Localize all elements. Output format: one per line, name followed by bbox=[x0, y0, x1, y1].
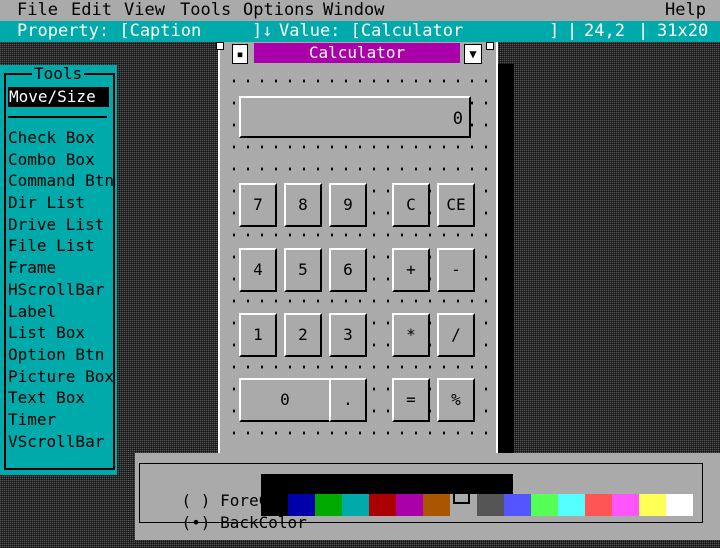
color-swatch[interactable] bbox=[531, 494, 558, 516]
button-7[interactable]: 7 bbox=[239, 183, 277, 227]
color-swatch[interactable] bbox=[423, 494, 450, 516]
form-title-bar[interactable]: ▪ Calculator ▼ bbox=[220, 42, 496, 64]
calculator-display[interactable]: 0 bbox=[239, 96, 471, 138]
color-swatch[interactable] bbox=[288, 494, 315, 516]
menu-options[interactable]: Options bbox=[243, 2, 315, 19]
color-swatch[interactable] bbox=[504, 494, 531, 516]
button-3[interactable]: 3 bbox=[329, 313, 367, 357]
property-selector[interactable]: Property: [Caption bbox=[17, 23, 201, 40]
value-field-end: ] bbox=[549, 21, 560, 41]
toolbox-divider bbox=[8, 116, 107, 118]
button-9[interactable]: 9 bbox=[329, 183, 367, 227]
tool-picture-box[interactable]: Picture Box bbox=[8, 368, 114, 391]
menu-view[interactable]: View bbox=[124, 2, 165, 19]
menu-file[interactable]: File bbox=[17, 2, 58, 19]
value-field[interactable]: Value: [Calculator bbox=[279, 23, 463, 40]
size-readout: 31x20 bbox=[657, 21, 709, 41]
tool-command-btn[interactable]: Command Btn bbox=[8, 173, 114, 195]
color-swatch[interactable] bbox=[450, 484, 477, 516]
button-4[interactable]: 4 bbox=[239, 248, 277, 292]
tool-check-box[interactable]: Check Box bbox=[8, 130, 114, 152]
tool-timer[interactable]: Timer bbox=[8, 412, 114, 434]
color-swatch[interactable] bbox=[477, 494, 504, 516]
tool-file-list[interactable]: File List bbox=[8, 238, 114, 260]
button-multiply[interactable]: * bbox=[392, 313, 430, 357]
tool-combo-box[interactable]: Combo Box bbox=[8, 151, 114, 174]
toolbox: Tools Move/Size Check Box Combo Box Comman… bbox=[0, 65, 117, 475]
color-swatch[interactable] bbox=[612, 494, 639, 516]
menu-edit[interactable]: Edit bbox=[71, 2, 112, 19]
tool-vscrollbar[interactable]: VScrollBar bbox=[8, 433, 114, 456]
position-readout: 24,2 bbox=[584, 21, 625, 41]
property-bar: Property: [Caption ]↓ Value: [Calculator… bbox=[0, 21, 720, 42]
button-clear[interactable]: C bbox=[392, 183, 430, 227]
property-dropdown-arrow[interactable]: ]↓ bbox=[252, 23, 272, 40]
menu-help[interactable]: Help bbox=[665, 2, 706, 19]
separator: | bbox=[638, 21, 649, 41]
color-swatch[interactable] bbox=[666, 494, 693, 516]
menu-bar: File Edit View Tools Options Window Help bbox=[0, 0, 720, 21]
button-decimal[interactable]: . bbox=[329, 378, 367, 422]
color-swatch[interactable] bbox=[558, 494, 585, 516]
separator: | bbox=[567, 21, 578, 41]
toolbox-title: Tools bbox=[32, 64, 85, 83]
backcolor-radio[interactable]: (•) bbox=[182, 513, 211, 532]
tool-dir-list[interactable]: Dir List bbox=[8, 195, 114, 217]
dropdown-icon[interactable]: ▼ bbox=[464, 44, 482, 64]
tool-text-box[interactable]: Text Box bbox=[8, 390, 114, 412]
tool-move-size[interactable]: Move/Size bbox=[8, 87, 109, 107]
resize-handle-top-left[interactable] bbox=[216, 42, 224, 50]
button-minus[interactable]: - bbox=[437, 248, 475, 292]
tool-label[interactable]: Label bbox=[8, 303, 114, 326]
button-clear-entry[interactable]: CE bbox=[437, 183, 475, 227]
button-equals[interactable]: = bbox=[392, 378, 430, 422]
tool-list-box[interactable]: List Box bbox=[8, 325, 114, 347]
menu-window[interactable]: Window bbox=[323, 2, 384, 19]
tool-frame[interactable]: Frame bbox=[8, 260, 114, 282]
button-1[interactable]: 1 bbox=[239, 313, 277, 357]
tool-list: Check Box Combo Box Command Btn Dir List Dri… bbox=[8, 130, 114, 455]
color-swatch[interactable] bbox=[261, 494, 288, 516]
form-shadow bbox=[496, 64, 514, 494]
menu-tools[interactable]: Tools bbox=[180, 2, 231, 19]
button-0[interactable]: 0 bbox=[239, 378, 331, 422]
forecolor-strip bbox=[261, 474, 513, 494]
color-swatch[interactable] bbox=[369, 494, 396, 516]
resize-handle-top-right[interactable] bbox=[486, 42, 494, 50]
button-2[interactable]: 2 bbox=[284, 313, 322, 357]
tool-option-btn[interactable]: Option Btn bbox=[8, 346, 114, 369]
color-swatch[interactable] bbox=[396, 494, 423, 516]
button-plus[interactable]: + bbox=[392, 248, 430, 292]
button-8[interactable]: 8 bbox=[284, 183, 322, 227]
color-swatch[interactable] bbox=[639, 494, 666, 516]
button-6[interactable]: 6 bbox=[329, 248, 367, 292]
tool-drive-list[interactable]: Drive List bbox=[8, 216, 114, 239]
color-swatch[interactable] bbox=[342, 494, 369, 516]
button-percent[interactable]: % bbox=[437, 378, 475, 422]
button-divide[interactable]: / bbox=[437, 313, 475, 357]
color-swatch[interactable] bbox=[315, 494, 342, 516]
form-caption: Calculator bbox=[254, 43, 460, 63]
color-swatch[interactable] bbox=[585, 494, 612, 516]
button-5[interactable]: 5 bbox=[284, 248, 322, 292]
color-palette-panel: ( ) ForeColor (•) BackColor bbox=[135, 453, 720, 540]
tool-hscrollbar[interactable]: HScrollBar bbox=[8, 281, 114, 304]
form-window[interactable]: ▪ Calculator ▼ 0 7 8 9 C CE 4 5 6 + - 1 … bbox=[218, 42, 498, 464]
system-menu-icon[interactable]: ▪ bbox=[232, 44, 248, 64]
